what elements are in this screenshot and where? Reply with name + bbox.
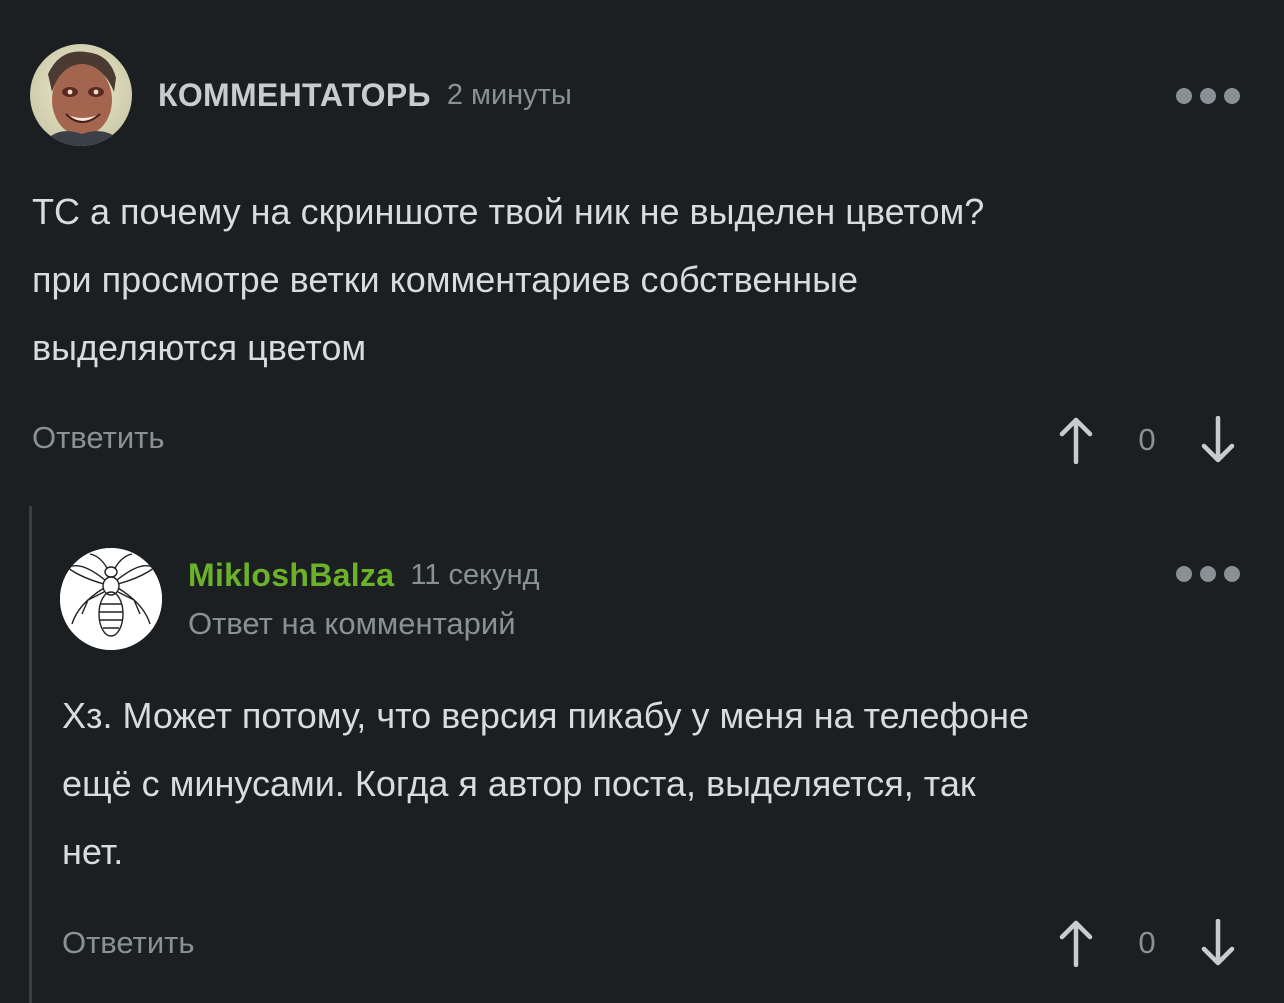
avatar[interactable]	[60, 548, 162, 650]
avatar[interactable]	[30, 44, 132, 146]
vote-controls: 0	[1054, 918, 1240, 968]
downvote-arrow-icon[interactable]	[1196, 918, 1240, 968]
vote-count: 0	[1138, 925, 1156, 960]
wasp-drawing-icon	[60, 548, 162, 650]
comments-page: КОММЕНТАТОРЬ 2 минуты ТС а почему на скр…	[0, 0, 1284, 1003]
upvote-arrow-icon[interactable]	[1054, 918, 1098, 968]
comment-text-line: ТС а почему на скриншоте твой ник не выд…	[32, 191, 985, 232]
comment-header: КОММЕНТАТОРЬ 2 минуты	[30, 44, 572, 146]
comment-time: 11 секунд	[410, 558, 540, 591]
reply-to-link[interactable]: Ответ на комментарий	[188, 606, 540, 642]
name-column: MikloshBalza 11 секунд Ответ на коммента…	[188, 557, 540, 642]
comment: КОММЕНТАТОРЬ 2 минуты ТС а почему на скр…	[0, 0, 1284, 480]
comment-text-line: нет.	[62, 831, 124, 872]
comment-header: MikloshBalza 11 секунд Ответ на коммента…	[60, 548, 540, 650]
username[interactable]: КОММЕНТАТОРЬ	[158, 77, 431, 114]
grinning-man-portrait-icon	[30, 44, 132, 146]
comment-time: 2 минуты	[446, 78, 572, 111]
comment-text-line: ещё с минусами. Когда я автор поста, выд…	[62, 763, 976, 804]
upvote-arrow-icon[interactable]	[1054, 415, 1098, 465]
comment-text: Хз. Может потому, что версия пикабу у ме…	[62, 682, 1262, 886]
comment-text-line: при просмотре ветки комментариев собстве…	[32, 259, 859, 300]
vote-controls: 0	[1054, 415, 1240, 465]
more-dots-icon[interactable]	[1176, 566, 1240, 582]
comment-text-line: выделяются цветом	[32, 327, 367, 368]
name-row: MikloshBalza 11 секунд	[188, 557, 540, 594]
more-dots-icon[interactable]	[1176, 88, 1240, 104]
reply-button[interactable]: Ответить	[62, 925, 195, 961]
comment-text-line: Хз. Может потому, что версия пикабу у ме…	[62, 695, 1030, 736]
vote-count: 0	[1138, 422, 1156, 457]
comment-text: ТС а почему на скриншоте твой ник не выд…	[32, 178, 1252, 382]
username[interactable]: MikloshBalza	[188, 557, 394, 594]
thread-line	[29, 506, 32, 1003]
downvote-arrow-icon[interactable]	[1196, 415, 1240, 465]
reply-button[interactable]: Ответить	[32, 420, 165, 456]
